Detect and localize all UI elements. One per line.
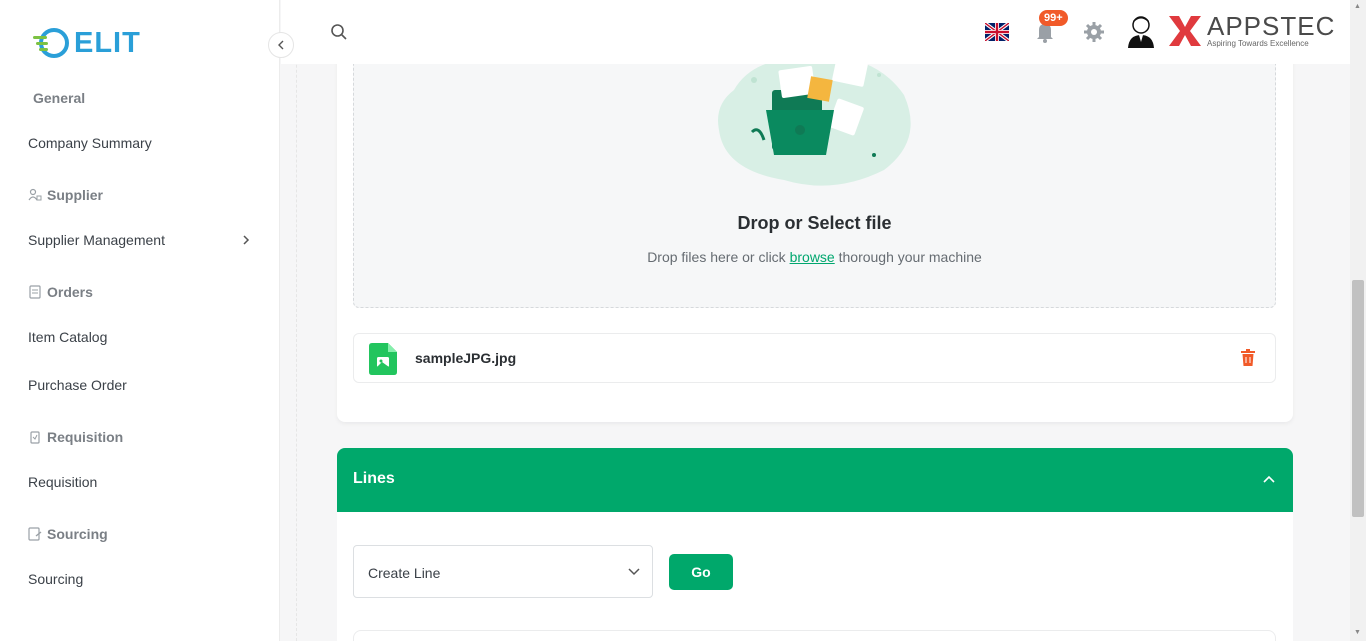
file-name: sampleJPG.jpg xyxy=(415,350,517,366)
upload-illustration-icon xyxy=(718,57,911,186)
dropzone-subtitle-prefix: Drop files here or click xyxy=(647,249,790,265)
sidebar: ELIT General Company Summary Supplier Su… xyxy=(0,0,280,641)
supplier-icon xyxy=(28,188,42,202)
dropzone-title: Drop or Select file xyxy=(737,213,892,233)
scroll-down-arrow-icon[interactable]: ▼ xyxy=(1354,629,1361,636)
language-flag-icon[interactable] xyxy=(983,21,1011,43)
lines-title: Lines xyxy=(353,470,395,487)
chevron-down-icon xyxy=(628,564,640,579)
notification-badge: 99+ xyxy=(1039,10,1068,26)
select-value: Create Line xyxy=(368,565,441,581)
sourcing-icon xyxy=(28,527,42,541)
dropzone-subtitle-suffix: thorough your machine xyxy=(834,249,982,265)
sidebar-item-company-summary[interactable]: Company Summary xyxy=(28,135,152,151)
sidebar-collapse-button[interactable] xyxy=(268,32,294,58)
uploaded-file-row: sampleJPG.jpg xyxy=(353,333,1276,383)
requisition-icon xyxy=(28,430,42,444)
sidebar-item-supplier-management[interactable]: Supplier Management xyxy=(28,232,165,248)
section-orders-label: Orders xyxy=(47,284,93,300)
app-logo[interactable]: ELIT xyxy=(30,25,141,61)
brand-name: APPSTEC xyxy=(1207,11,1336,41)
sidebar-item-label: Sourcing xyxy=(28,571,84,587)
sidebar-item-label: Requisition xyxy=(28,474,98,490)
brand-logo: APPSTEC Aspiring Towards Excellence xyxy=(1169,11,1336,48)
browse-link[interactable]: browse xyxy=(790,249,835,265)
logo-icon xyxy=(33,28,69,58)
sidebar-item-sourcing[interactable]: Sourcing xyxy=(28,571,83,587)
lines-panel-header[interactable]: Lines xyxy=(337,448,1293,512)
image-file-icon xyxy=(369,343,397,380)
section-orders: Orders xyxy=(28,284,93,300)
sidebar-item-requisition[interactable]: Requisition xyxy=(28,474,97,490)
lines-table-card xyxy=(353,630,1276,641)
sidebar-item-label: Purchase Order xyxy=(28,377,127,393)
sidebar-item-item-catalog[interactable]: Item Catalog xyxy=(28,329,107,345)
trash-icon[interactable] xyxy=(1241,349,1255,371)
scrollbar-thumb[interactable] xyxy=(1352,280,1364,517)
create-line-select[interactable]: Create Line xyxy=(353,545,653,598)
section-sourcing: Sourcing xyxy=(28,526,108,542)
sidebar-item-label: Supplier Management xyxy=(28,232,165,248)
content-divider xyxy=(296,0,297,641)
sidebar-item-purchase-order[interactable]: Purchase Order xyxy=(28,377,127,393)
section-supplier: Supplier xyxy=(28,187,103,203)
sidebar-item-label: Company Summary xyxy=(28,135,152,151)
section-sourcing-label: Sourcing xyxy=(47,526,108,542)
search-icon[interactable] xyxy=(330,23,348,46)
brand-mark-icon xyxy=(1169,16,1201,46)
logo-text: ELIT xyxy=(74,26,141,59)
section-requisition-label: Requisition xyxy=(47,429,124,445)
chevron-right-icon[interactable] xyxy=(241,233,251,249)
orders-icon xyxy=(28,285,42,299)
lines-panel-body: Create Line Go xyxy=(337,512,1293,641)
section-general: General xyxy=(33,90,85,106)
avatar[interactable] xyxy=(1126,14,1156,48)
sidebar-item-label: Item Catalog xyxy=(28,329,108,345)
section-requisition: Requisition xyxy=(28,429,123,445)
scroll-up-arrow-icon[interactable]: ▲ xyxy=(1354,3,1361,10)
section-general-label: General xyxy=(33,90,86,106)
chevron-left-icon xyxy=(278,40,284,50)
dropzone-subtitle: Drop files here or click browse thorough… xyxy=(354,249,1275,265)
go-button[interactable]: Go xyxy=(669,554,733,590)
gear-icon[interactable] xyxy=(1083,21,1105,49)
chevron-up-icon[interactable] xyxy=(1263,470,1275,486)
top-header: 99+ APPSTEC Aspiring Towards Excellence xyxy=(281,0,1350,64)
section-supplier-label: Supplier xyxy=(47,187,104,203)
